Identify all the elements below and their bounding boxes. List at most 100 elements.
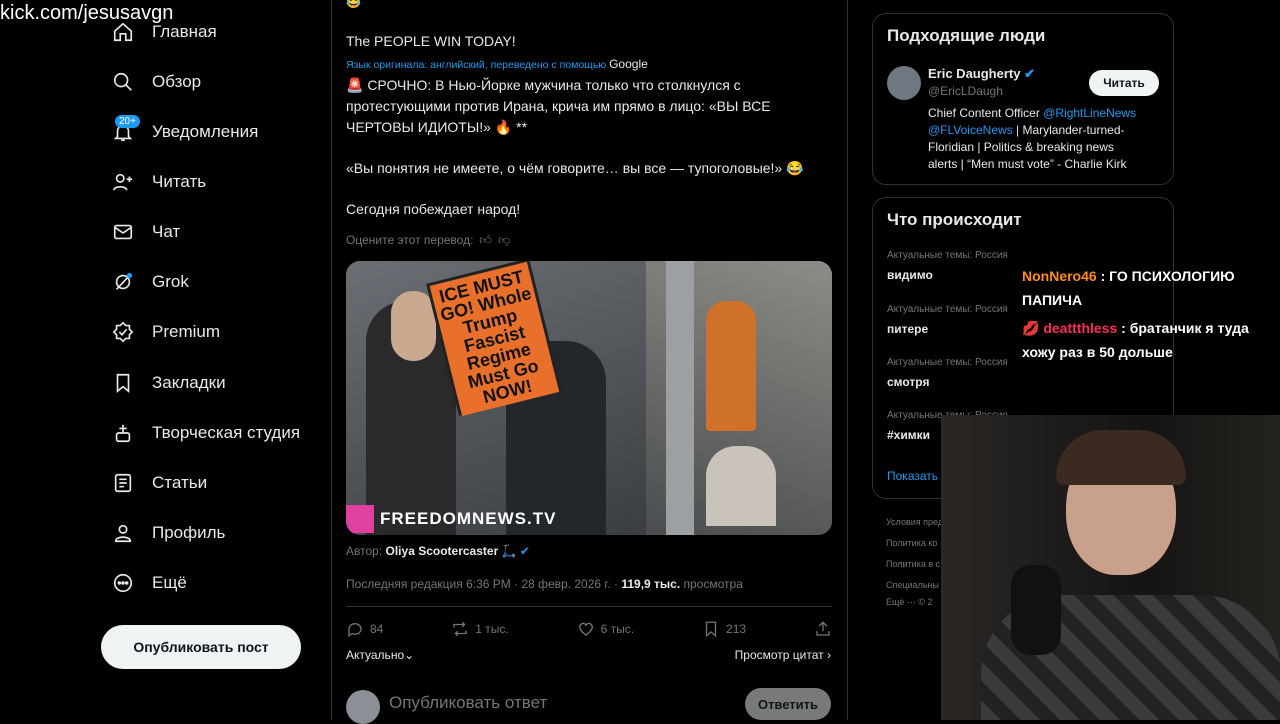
tweet-timestamp[interactable]: Последняя редакция 6:36 PM · 28 февр. 20… xyxy=(346,577,618,591)
bio-text: Chief Content Officer xyxy=(928,106,1040,120)
sidebar-item-label: Профиль xyxy=(152,523,226,542)
sidebar-item-bookmarks[interactable]: Закладки xyxy=(110,363,226,403)
emoji-fragment: 😂 xyxy=(346,0,361,9)
sidebar-item-home[interactable]: Главная xyxy=(110,12,217,52)
sidebar-item-label: Читать xyxy=(152,172,207,191)
reply-action[interactable]: 84 xyxy=(346,620,383,638)
show-more-link[interactable]: Показать xyxy=(887,469,938,483)
tweet-body-line: Сегодня побеждает народ! xyxy=(346,201,521,217)
trend-category: Актуальные темы: Россия xyxy=(887,357,1008,368)
view-quotes-label: Просмотр цитат xyxy=(734,648,824,662)
tweet-body-line: «Вы понятия не имеете, о чём говорите… в… xyxy=(346,160,804,176)
suggested-name[interactable]: Eric Daugherty ✔ xyxy=(928,66,1035,82)
profile-icon xyxy=(110,520,136,546)
suggested-handle: @EricLDaugh xyxy=(928,84,1003,98)
streamer-hair xyxy=(1056,430,1186,485)
suggested-people-card: Подходящие люди Eric Daugherty ✔ @EricLD… xyxy=(872,13,1174,185)
chat-username: deattthless xyxy=(1043,320,1118,336)
avatar[interactable] xyxy=(887,66,921,100)
bio-text: alerts | “Men must vote” - Charlie Kirk xyxy=(928,157,1127,171)
repost-action[interactable]: 1 тыс. xyxy=(451,620,509,638)
suggested-title: Подходящие люди xyxy=(887,26,1046,45)
footer-link[interactable]: Условия пред xyxy=(886,517,943,527)
tweet-body-line: 🚨 СРОЧНО: В Нью-Йорке мужчина только что… xyxy=(346,77,741,93)
footer-link[interactable]: Специальны xyxy=(886,580,939,590)
chat-username: NonNero46 xyxy=(1022,268,1097,284)
sidebar-item-articles[interactable]: Статьи xyxy=(110,463,207,503)
bookmark-icon xyxy=(705,621,717,638)
follow-button[interactable]: Читать xyxy=(1089,70,1159,96)
bookmark-action[interactable]: 213 xyxy=(702,620,746,638)
sidebar-item-label: Уведомления xyxy=(152,122,259,141)
tweet-media-video[interactable]: ICE MUST GO! Whole Trump Fascist Regime … xyxy=(346,261,832,535)
orange-jacket-person xyxy=(706,301,756,431)
sidebar-item-premium[interactable]: Premium xyxy=(110,312,220,352)
tweet-actions: 84 1 тыс. 6 тыс. 213 xyxy=(346,620,832,638)
author-name-link[interactable]: Oliya Scootercaster 🛴 xyxy=(386,544,517,558)
suggested-bio: Chief Content Officer @RightLineNews @FL… xyxy=(928,105,1168,173)
tweet-meta: Последняя редакция 6:36 PM · 28 февр. 20… xyxy=(346,574,743,595)
sidebar-item-profile[interactable]: Профиль xyxy=(110,513,225,553)
sort-label: Актуально xyxy=(346,648,405,662)
chevron-right-icon: › xyxy=(827,648,831,662)
chat-message: 💋 deattthless : братанчик я туда xyxy=(1022,320,1249,336)
sidebar-item-label: Grok xyxy=(152,272,189,291)
trend-item[interactable]: #химки xyxy=(887,428,930,442)
media-author: Автор: Oliya Scootercaster 🛴 ✔ xyxy=(346,541,530,562)
footer-link[interactable]: Ещё ··· © 2 xyxy=(886,597,933,607)
like-count: 6 тыс. xyxy=(600,622,635,636)
share-action[interactable] xyxy=(814,620,832,638)
media-watermark: FREEDOMNEWS.TV xyxy=(380,509,557,528)
reply-input[interactable]: Опубликовать ответ xyxy=(389,692,547,713)
gray-hair-person xyxy=(706,446,776,526)
chat-message: NonNero46 : ГО ПСИХОЛОГИЮ xyxy=(1022,268,1235,284)
publish-post-button[interactable]: Опубликовать пост xyxy=(101,625,301,669)
footer-link[interactable]: Политика в с xyxy=(886,559,940,569)
thumbs-up-icon[interactable]: 👍︎ xyxy=(479,230,492,251)
reply-button[interactable]: Ответить xyxy=(745,688,831,720)
sidebar-item-grok[interactable]: Grok xyxy=(110,262,189,302)
search-icon xyxy=(110,69,136,95)
verified-badge-icon: ✔ xyxy=(1024,66,1036,81)
translation-note[interactable]: Язык оригинала: английский, переведено с… xyxy=(346,54,648,76)
thumbs-down-icon[interactable]: 👎︎ xyxy=(498,230,510,251)
bio-mention-link[interactable]: @RightLineNews xyxy=(1043,106,1136,120)
bio-text: | Marylander-turned- xyxy=(1016,123,1125,137)
sidebar-item-studio[interactable]: Творческая студия xyxy=(110,413,300,453)
chat-message-cont: ПАПИЧА xyxy=(1022,292,1083,308)
trend-item[interactable]: питере xyxy=(887,322,928,336)
sidebar-item-label: Главная xyxy=(152,22,217,41)
studio-icon xyxy=(110,420,136,446)
trend-item[interactable]: видимо xyxy=(887,268,933,282)
trend-item[interactable]: смотря xyxy=(887,375,929,389)
footer-link[interactable]: Политика ко xyxy=(886,538,937,548)
sidebar-item-explore[interactable]: Обзор xyxy=(110,62,201,102)
sidebar-item-follow[interactable]: Читать xyxy=(110,162,206,202)
tweet-heading: The PEOPLE WIN TODAY! xyxy=(346,33,516,49)
like-action[interactable]: 6 тыс. xyxy=(577,620,634,638)
sidebar-item-notifications[interactable]: 20+ Уведомления xyxy=(110,112,258,152)
chat-text: братанчик я туда xyxy=(1129,320,1249,336)
sort-replies-dropdown[interactable]: Актуально⌄ xyxy=(346,645,414,666)
grok-icon xyxy=(110,269,136,295)
verified-icon xyxy=(110,319,136,345)
bookmark-icon xyxy=(110,370,136,396)
chat-text: ГО ПСИХОЛОГИЮ xyxy=(1109,268,1235,284)
streamer-webcam xyxy=(941,415,1280,720)
sidebar-item-label: Обзор xyxy=(152,72,202,91)
avatar[interactable] xyxy=(346,690,380,724)
sidebar-item-label: Творческая студия xyxy=(152,423,301,442)
freedomnews-logo xyxy=(346,505,374,533)
trends-title: Что происходит xyxy=(887,210,1022,229)
chevron-down-icon: ⌄ xyxy=(404,648,415,662)
bio-mention-link[interactable]: @FLVoiceNews xyxy=(928,123,1013,137)
trend-category: Актуальные темы: Россия xyxy=(887,304,1008,315)
chat-badge-icon: 💋 xyxy=(1022,320,1040,336)
view-quotes-link[interactable]: Просмотр цитат › xyxy=(735,648,831,662)
sidebar-item-chat[interactable]: Чат xyxy=(110,212,180,252)
sidebar-item-more[interactable]: Ещё xyxy=(110,563,187,603)
tweet-body-line: протестующими против Ирана, крича им пря… xyxy=(346,98,771,114)
more-icon xyxy=(110,570,136,596)
bookmark-count: 213 xyxy=(726,622,747,636)
sidebar-item-label: Статьи xyxy=(152,473,208,492)
